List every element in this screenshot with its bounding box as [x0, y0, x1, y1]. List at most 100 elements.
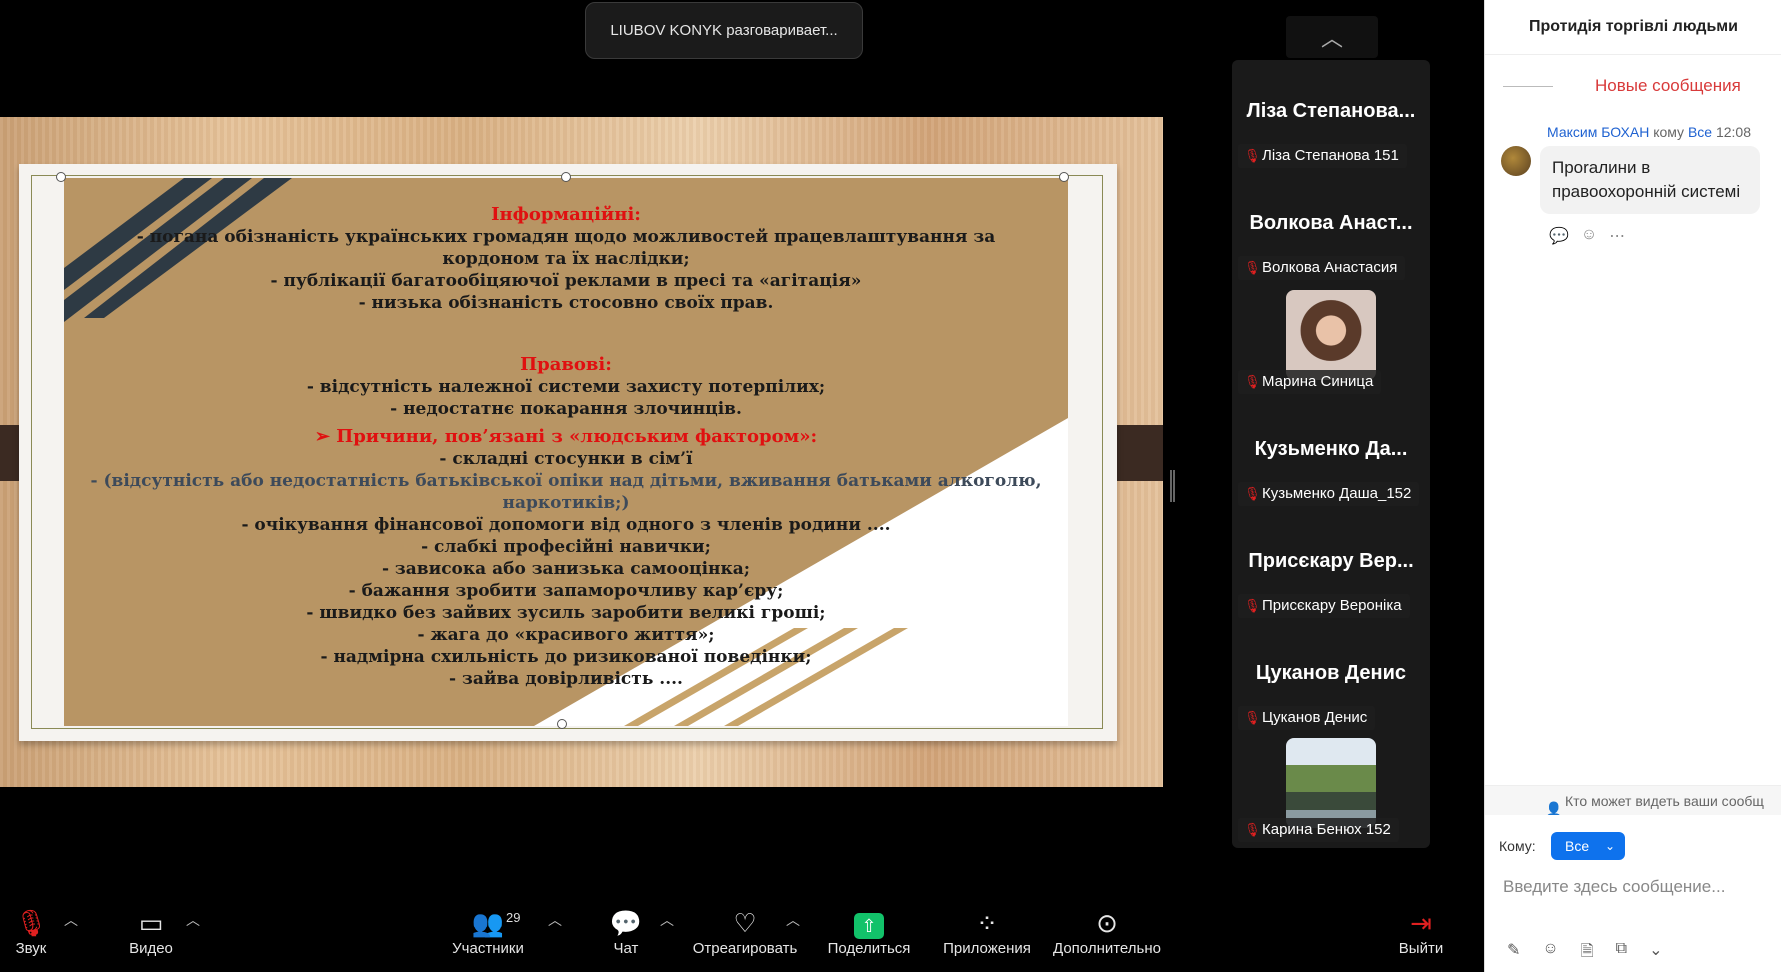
participant-label: 🎙 Карина Бенюх 152	[1238, 818, 1399, 842]
slide-line: - публікації багатообіцяючої реклами в п…	[270, 271, 862, 291]
slide-line: - слабкі професійні навички;	[421, 537, 711, 557]
participants-button[interactable]: 👥 29 Участники	[450, 900, 526, 972]
participant-tile[interactable]: 🎙 Карина Бенюх 152	[1232, 734, 1430, 846]
slide-line: - очікування фінансової допомоги від одн…	[241, 515, 891, 535]
mic-muted-icon: 🎙	[1244, 822, 1261, 837]
message-time: 12:08	[1715, 124, 1752, 140]
participant-tile[interactable]: Кузьменко Да... 🎙 Кузьменко Даша_152	[1232, 398, 1430, 510]
participant-tile[interactable]: Цуканов Денис 🎙 Цуканов Денис	[1232, 622, 1430, 734]
slide-line: - жага до «красивого життя»;	[417, 625, 715, 645]
message-bubble[interactable]: Проrалини в правоохоронній системі	[1540, 146, 1760, 214]
slide-line: - бажання зробити запаморочливу кар’єру;	[348, 581, 784, 601]
shared-screen[interactable]: Інформаційні: - погана обізнаність украї…	[0, 117, 1163, 787]
participant-tile[interactable]: 🎙 Марина Синица	[1232, 286, 1430, 398]
message-recipient[interactable]: Все	[1688, 124, 1712, 140]
participant-tile[interactable]: Присєкару Вер... 🎙 Присєкару Вероніка	[1232, 510, 1430, 622]
slide-line: - складні стосунки в сім’ї	[439, 449, 693, 469]
participants-options-caret[interactable]: ︿	[548, 910, 562, 930]
meeting-toolbar: 🎙 Звук ︿ ▭ Видео ︿ 👥 29 Участники ︿ 💬 Ча…	[0, 900, 1484, 972]
emoji-icon[interactable]: ☺	[1542, 940, 1558, 967]
participant-video	[1286, 738, 1376, 828]
share-arrow-icon: ⇧	[854, 913, 884, 939]
chevron-down-icon[interactable]: ⌄	[1649, 940, 1662, 967]
apps-icon: ⁘	[976, 908, 998, 938]
audio-button[interactable]: 🎙 Звук	[8, 900, 54, 972]
apps-button[interactable]: ⁘ Приложения	[940, 900, 1034, 972]
heart-icon: ♡	[733, 908, 757, 938]
selection-handle	[1059, 172, 1069, 182]
mic-muted-icon: 🎙	[14, 908, 48, 938]
mic-muted-icon: 🎙	[1244, 374, 1261, 389]
recipient-select[interactable]: Все ⌄	[1551, 832, 1625, 860]
participant-label: 🎙 Волкова Анастасия	[1238, 256, 1406, 280]
slide-line: - погана обізнаність українських громадя…	[136, 227, 996, 247]
slide-heading-legal: Правові:	[520, 354, 612, 375]
slide-line: наркотиків;)	[502, 493, 630, 513]
leave-button[interactable]: ⇥ Выйти	[1398, 900, 1444, 972]
more-icon[interactable]: ⋯	[1609, 226, 1625, 246]
video-button[interactable]: ▭ Видео	[120, 900, 182, 972]
message-meta: Максим БОХАН кому Все 12:08	[1547, 124, 1751, 140]
participant-name: Ліза Степанова...	[1246, 100, 1416, 122]
video-options-caret[interactable]: ︿	[186, 910, 200, 930]
message-actions: 💬 ☺ ⋯	[1549, 226, 1625, 246]
add-reaction-icon[interactable]: ☺	[1581, 226, 1597, 246]
file-icon[interactable]: 🗎	[1581, 940, 1594, 967]
message-sender[interactable]: Максим БОХАН	[1547, 124, 1649, 140]
slide-line: - зайва довірливість ....	[449, 669, 683, 689]
slide-line: кордоном та їх наслідки;	[442, 249, 690, 269]
mic-muted-icon: 🎙	[1244, 148, 1261, 163]
leave-icon: ⇥	[1410, 908, 1432, 938]
react-button[interactable]: ♡ Отреагировать	[692, 900, 798, 972]
mic-muted-icon: 🎙	[1244, 486, 1261, 501]
participant-label: 🎙 Марина Синица	[1238, 370, 1382, 394]
participant-name: Кузьменко Да...	[1254, 438, 1408, 460]
participant-label: 🎙 Цуканов Денис	[1238, 706, 1376, 730]
mic-muted-icon: 🎙	[1244, 598, 1261, 613]
share-button[interactable]: ⇧ Поделиться	[826, 900, 912, 972]
participants-count: 29	[506, 910, 521, 925]
react-options-caret[interactable]: ︿	[786, 910, 800, 930]
panel-resize-handle[interactable]	[1170, 470, 1175, 502]
meeting-stage: LIUBOV KONYK разговаривает... Інформацій…	[0, 0, 1484, 900]
slide-line: - (відсутність або недостатність батьків…	[90, 471, 1042, 491]
audio-options-caret[interactable]: ︿	[64, 910, 78, 930]
screenshot-icon[interactable]: ⧉	[1616, 940, 1627, 967]
video-camera-icon: ▭	[138, 908, 164, 938]
divider	[1485, 54, 1781, 55]
new-messages-label: Новые сообщения	[1595, 76, 1741, 95]
selection-handle	[557, 719, 567, 729]
active-speaker-banner: LIUBOV KONYK разговаривает...	[585, 2, 863, 59]
gallery-scroll-up-button[interactable]: ︿	[1286, 16, 1378, 58]
reply-icon[interactable]: 💬	[1549, 226, 1569, 246]
slide-text: Інформаційні: - погана обізнаність украї…	[64, 204, 1068, 690]
participant-tile[interactable]: Ліза Степанова... 🎙 Ліза Степанова 151	[1232, 60, 1430, 172]
slide-line: - відсутність належної системи захисту п…	[306, 377, 826, 397]
participant-tile[interactable]: Волкова Анаст... 🎙 Волкова Анастасия	[1232, 172, 1430, 284]
slide-heading-human: ➢ Причини, пов’язані з «людським факторо…	[314, 426, 818, 447]
slide-line: - низька обізнаність стосовно своїх прав…	[358, 293, 774, 313]
message-to-word: кому	[1653, 124, 1685, 140]
participant-name: Волкова Анаст...	[1249, 212, 1413, 234]
chat-button[interactable]: 💬 Чат	[608, 900, 644, 972]
format-icon[interactable]: ✎	[1507, 940, 1520, 967]
participant-label: 🎙 Ліза Степанова 151	[1238, 144, 1407, 168]
people-icon: 👤	[1545, 801, 1563, 815]
participant-gallery: Ліза Степанова... 🎙 Ліза Степанова 151 Во…	[1232, 60, 1430, 848]
avatar	[1501, 146, 1531, 176]
mic-muted-icon: 🎙	[1244, 260, 1261, 275]
more-button[interactable]: ⊙ Дополнительно	[1050, 900, 1164, 972]
who-can-see-notice[interactable]: 👤 Кто может видеть ваши сообщ	[1485, 785, 1781, 815]
chat-title: Протидія торгівлі людьми	[1529, 18, 1738, 35]
slide-line: - зависока або занизька самооцінка;	[381, 559, 751, 579]
chat-options-caret[interactable]: ︿	[660, 910, 674, 930]
slide-paper: Інформаційні: - погана обізнаність украї…	[19, 164, 1117, 741]
zoom-meeting-window: LIUBOV KONYK разговаривает... Інформацій…	[0, 0, 1781, 972]
slide-heading-info: Інформаційні:	[491, 204, 641, 225]
slide-line: - швидко без зайвих зусиль заробити вели…	[306, 603, 826, 623]
chat-icon: 💬	[609, 908, 643, 938]
mic-muted-icon: 🎙	[1244, 710, 1261, 725]
more-icon: ⊙	[1096, 908, 1118, 938]
participant-name: Цуканов Денис	[1255, 662, 1407, 684]
chat-message-input[interactable]	[1503, 872, 1768, 902]
